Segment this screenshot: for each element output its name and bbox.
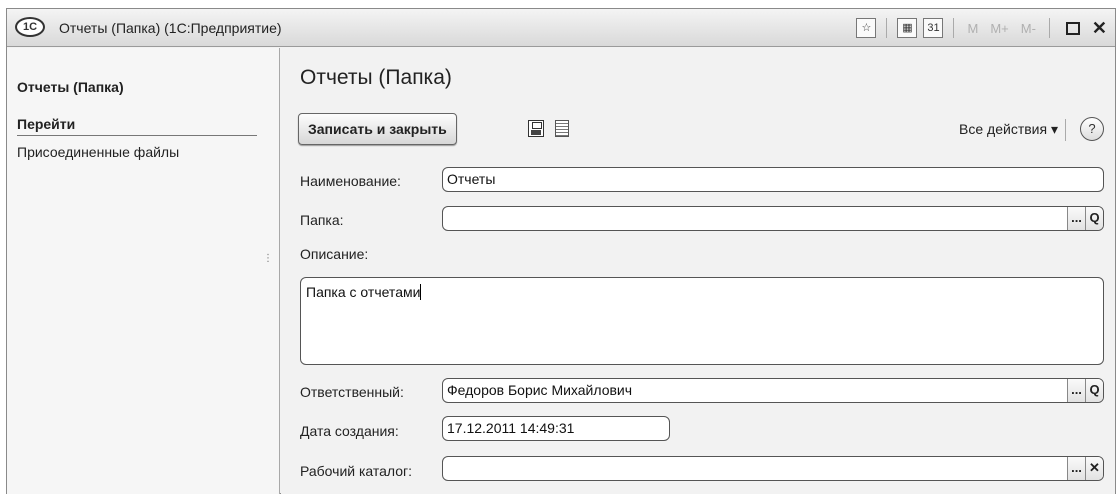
memory-m-button[interactable]: M (964, 21, 981, 36)
window-title: Отчеты (Папка) (1С:Предприятие) (59, 20, 282, 36)
calendar-icon[interactable]: 31 (923, 18, 944, 38)
title-bar-toolbar: ☆ ▦ 31 M M+ M- ✕ (856, 16, 1107, 40)
app-logo-icon[interactable]: 1С (15, 17, 45, 37)
folder-field-buttons: ... Q (1067, 207, 1103, 230)
toolbar-separator (886, 18, 888, 38)
toolbar-separator (953, 18, 955, 38)
responsible-value: Федоров Борис Михайлович (447, 382, 633, 398)
description-value: Папка с отчетами (306, 284, 421, 300)
responsible-label: Ответственный: (300, 384, 404, 400)
responsible-select-button[interactable]: ... (1067, 379, 1085, 402)
panel-resize-grip-icon[interactable]: ⋮ (263, 253, 273, 264)
list-icon[interactable] (555, 120, 569, 137)
description-label: Описание: (300, 246, 369, 262)
help-icon[interactable]: ? (1080, 117, 1104, 141)
responsible-field-buttons: ... Q (1067, 379, 1103, 402)
calculator-icon[interactable]: ▦ (897, 18, 918, 38)
sidebar-item-attached-files[interactable]: Присоединенные файлы (17, 144, 179, 160)
favorites-icon[interactable]: ☆ (856, 18, 877, 38)
all-actions-menu[interactable]: Все действия ▾ (959, 121, 1058, 138)
toolbar-separator (1065, 119, 1066, 141)
app-window: 1С Отчеты (Папка) (1С:Предприятие) ☆ ▦ 3… (6, 8, 1116, 494)
description-textarea[interactable]: Папка с отчетами (300, 277, 1104, 365)
maximize-icon[interactable] (1065, 21, 1080, 35)
navigation-section-header: Перейти (17, 116, 257, 136)
workdir-select-button[interactable]: ... (1067, 457, 1085, 480)
folder-open-icon[interactable]: Q (1085, 207, 1103, 230)
save-and-close-button[interactable]: Записать и закрыть (298, 113, 457, 145)
workdir-field-buttons: ... ✕ (1067, 457, 1103, 480)
form-area: Отчеты (Папка) Записать и закрыть Все де… (281, 48, 1115, 494)
name-label: Наименование: (300, 173, 401, 189)
folder-field[interactable]: ... Q (442, 206, 1104, 231)
close-icon[interactable]: ✕ (1092, 19, 1107, 37)
folder-label: Папка: (300, 212, 344, 228)
title-bar: 1С Отчеты (Папка) (1С:Предприятие) ☆ ▦ 3… (7, 9, 1115, 47)
command-bar: Записать и закрыть Все действия ▾ ? (298, 113, 1104, 147)
save-icon[interactable] (528, 120, 544, 137)
toolbar-separator (1048, 18, 1050, 38)
workdir-field[interactable]: ... ✕ (442, 456, 1104, 481)
created-date-label: Дата создания: (300, 423, 399, 439)
text-caret (420, 284, 422, 300)
navigation-title[interactable]: Отчеты (Папка) (17, 79, 124, 95)
responsible-open-icon[interactable]: Q (1085, 379, 1103, 402)
page-title: Отчеты (Папка) (300, 66, 452, 89)
created-date-field[interactable]: 17.12.2011 14:49:31 (442, 416, 670, 441)
folder-select-button[interactable]: ... (1067, 207, 1085, 230)
navigation-panel: Отчеты (Папка) Перейти Присоединенные фа… (7, 48, 280, 494)
responsible-field[interactable]: Федоров Борис Михайлович ... Q (442, 378, 1104, 403)
memory-plus-button[interactable]: M+ (987, 21, 1011, 36)
name-field[interactable]: Отчеты (442, 167, 1104, 192)
workdir-label: Рабочий каталог: (300, 463, 413, 479)
workdir-clear-icon[interactable]: ✕ (1085, 457, 1103, 480)
memory-minus-button[interactable]: M- (1018, 21, 1039, 36)
